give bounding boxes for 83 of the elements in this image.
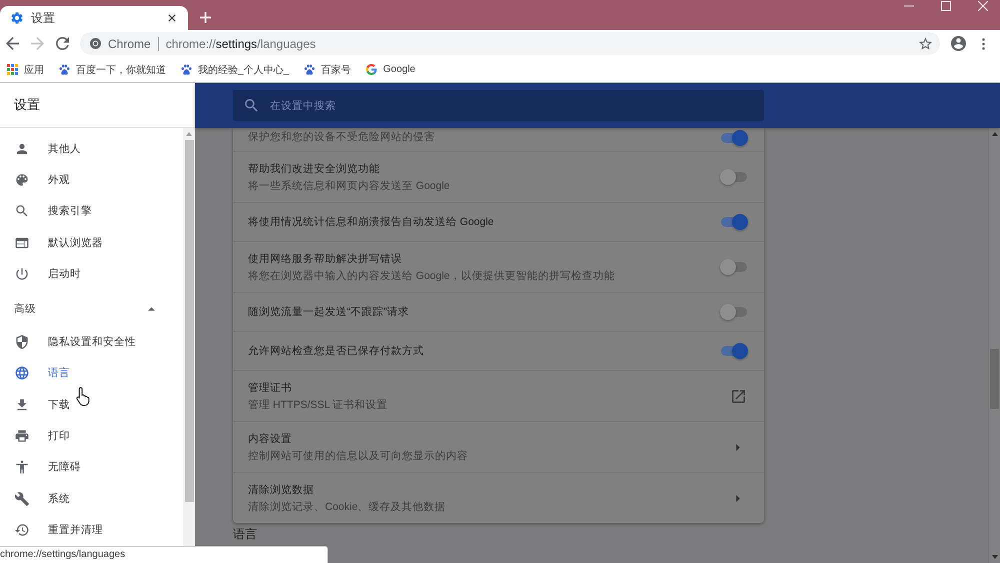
paw-icon — [304, 64, 316, 75]
toggle-switch[interactable] — [720, 304, 748, 320]
bookmark-item[interactable]: 我的经验_个人中心_ — [181, 62, 290, 76]
printer-icon — [15, 429, 29, 444]
sidebar-item[interactable]: 隐私设置和安全性 — [0, 326, 183, 358]
sidebar-item[interactable]: 其他人 — [0, 133, 183, 164]
sidebar-item[interactable]: 语言 — [0, 358, 183, 390]
menu-icon[interactable] — [982, 38, 985, 50]
paw-icon — [181, 64, 192, 75]
setting-title: 允许网站检查您是否已保存付款方式 — [248, 344, 424, 358]
link-status-bubble: chrome://settings/languages — [0, 546, 328, 563]
setting-title: 使用网络服务帮助解决拼写错误 — [248, 252, 402, 266]
scroll-up-arrow-icon[interactable] — [186, 132, 192, 136]
toggle-switch[interactable] — [720, 343, 748, 359]
search-field[interactable]: 在设置中搜索 — [233, 90, 764, 121]
section-header[interactable]: 高级 — [0, 289, 183, 326]
history-icon — [15, 522, 29, 537]
person-icon — [15, 142, 29, 156]
setting-title: 管理证书 — [248, 380, 292, 394]
bookmark-item[interactable]: 应用 — [7, 62, 44, 76]
setting-description: 保护您和您的设备不受危险网站的侵害 — [248, 130, 435, 144]
scrollbar-thumb[interactable] — [184, 140, 194, 502]
download-icon — [15, 398, 29, 412]
gear-icon — [11, 12, 23, 24]
scrollbar-thumb[interactable] — [990, 349, 999, 409]
bookmark-item[interactable]: 百度一下，你就知道 — [59, 62, 166, 76]
sidebar-item[interactable]: 打印 — [0, 420, 183, 452]
scroll-up-arrow-icon[interactable] — [992, 132, 998, 136]
setting-title: 清除浏览数据 — [248, 482, 314, 496]
search-icon — [15, 204, 29, 218]
close-icon[interactable] — [168, 14, 176, 22]
sidebar-item[interactable]: 外观 — [0, 164, 183, 196]
toggle-switch[interactable] — [720, 259, 748, 275]
palette-icon — [15, 172, 29, 187]
setting-description: 清除浏览记录、Cookie、缓存及其他数据 — [248, 500, 446, 514]
toggle-switch[interactable] — [720, 130, 748, 146]
sidebar-item[interactable]: 搜索引擎 — [0, 196, 183, 227]
wrench-icon — [15, 492, 29, 506]
setting-title: 随浏览流量一起发送“不跟踪”请求 — [248, 305, 409, 319]
url-text: chrome://settings/languages — [166, 36, 316, 50]
accessibility-icon — [15, 460, 29, 474]
g-logo-icon — [366, 64, 378, 75]
section-heading: 语言 — [233, 527, 257, 541]
sidebar-item[interactable]: 重置并清理 — [0, 514, 183, 546]
toggle-switch[interactable] — [720, 169, 748, 185]
browser-window-icon — [15, 236, 29, 250]
scroll-down-arrow-icon[interactable] — [992, 555, 998, 559]
toggle-switch[interactable] — [720, 214, 748, 230]
reload-icon[interactable] — [56, 37, 69, 50]
setting-title: 内容设置 — [248, 432, 292, 446]
setting-description: 将一些系统信息和网页内容发送至 Google — [248, 178, 450, 192]
sidebar-item[interactable]: 下载 — [0, 389, 183, 420]
search-icon — [245, 99, 258, 112]
star-icon[interactable] — [919, 37, 932, 50]
setting-title: 将使用情况统计信息和崩溃报告自动发送给 Google — [248, 215, 494, 229]
maximize-icon[interactable] — [941, 1, 951, 11]
setting-description: 管理 HTTPS/SSL 证书和设置 — [248, 398, 388, 412]
back-arrow-icon[interactable] — [6, 37, 19, 50]
browser-tab[interactable]: 设置 — [0, 6, 188, 30]
bookmark-item[interactable]: Google — [366, 64, 416, 75]
sidebar-item[interactable]: 无障碍 — [0, 452, 183, 483]
caret-right-icon[interactable] — [736, 444, 740, 450]
bookmark-item[interactable]: 百家号 — [304, 62, 352, 76]
address-bar[interactable]: Chrome chrome://settings/languages — [80, 32, 940, 55]
setting-description: 控制网站可使用的信息以及可向您显示的内容 — [248, 448, 468, 462]
sidebar-item[interactable]: 默认浏览器 — [0, 226, 183, 258]
globe-icon — [15, 366, 29, 380]
plus-icon[interactable] — [200, 12, 211, 23]
site-label: Chrome — [108, 36, 151, 50]
power-icon — [15, 266, 29, 281]
sidebar-item[interactable]: 系统 — [0, 482, 183, 514]
apps-grid-icon — [7, 64, 18, 75]
account-icon[interactable] — [951, 36, 966, 51]
hand-cursor-icon — [76, 386, 91, 407]
shield-icon — [15, 335, 29, 350]
setting-title: 帮助我们改进安全浏览功能 — [248, 162, 380, 176]
sidebar-title: 设置 — [14, 96, 40, 114]
caret-right-icon[interactable] — [736, 494, 740, 502]
sidebar-item[interactable]: 启动时 — [0, 258, 183, 290]
browser-logo-icon — [90, 38, 101, 49]
paw-icon — [59, 64, 70, 75]
external-link-icon[interactable] — [732, 390, 745, 402]
setting-description: 将您在浏览器中输入的内容发送给 Google，以便提供更智能的拼写检查功能 — [248, 268, 615, 282]
